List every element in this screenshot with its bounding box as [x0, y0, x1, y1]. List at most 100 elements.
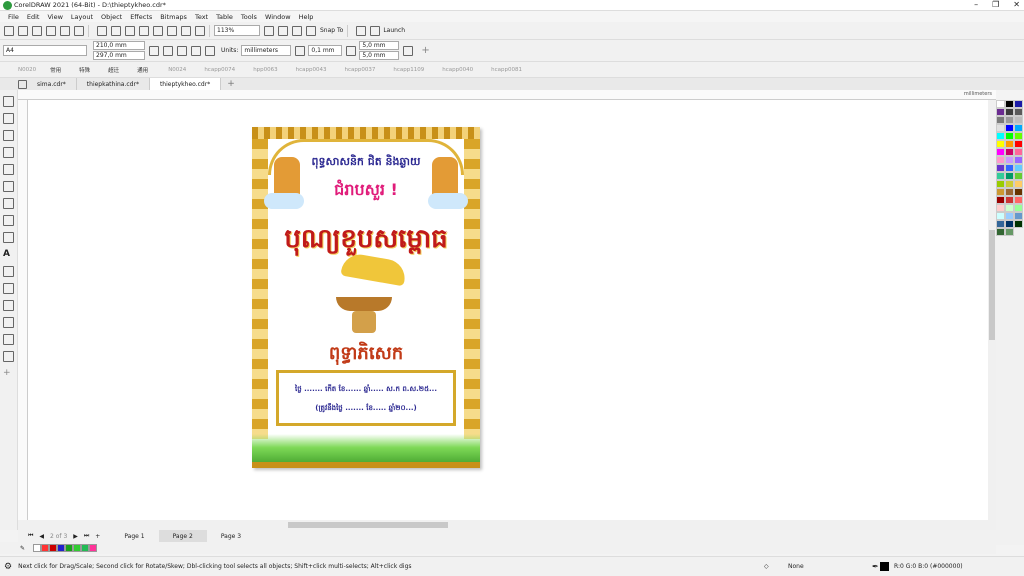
- palette-swatch[interactable]: [996, 180, 1005, 188]
- shape-tool-icon[interactable]: [3, 113, 14, 124]
- menu-text[interactable]: Text: [195, 13, 208, 21]
- current-page-icon[interactable]: [205, 45, 215, 56]
- palette-swatch[interactable]: [1005, 100, 1014, 108]
- ellipse-tool-icon[interactable]: [3, 215, 14, 226]
- scroll-thumb[interactable]: [288, 522, 448, 528]
- full-screen-icon[interactable]: [264, 25, 274, 36]
- tab-sima[interactable]: sima.cdr*: [27, 78, 77, 90]
- upload-icon[interactable]: [60, 25, 70, 36]
- palette-swatch[interactable]: [996, 204, 1005, 212]
- horizontal-scrollbar[interactable]: [18, 520, 996, 530]
- page-border-icon[interactable]: [403, 45, 414, 56]
- menu-file[interactable]: File: [8, 13, 19, 21]
- launch-icon[interactable]: [370, 25, 381, 36]
- tab-thieptykheo[interactable]: thieptykheo.cdr*: [149, 78, 222, 90]
- palette-swatch[interactable]: [1005, 132, 1014, 140]
- eyedropper-icon[interactable]: ✎: [20, 545, 25, 552]
- show-grid-icon[interactable]: [278, 25, 288, 36]
- palette-swatch[interactable]: [1005, 196, 1014, 204]
- palette-swatch[interactable]: [1014, 164, 1023, 172]
- fav-item[interactable]: hpp0063: [253, 67, 277, 73]
- menu-bitmaps[interactable]: Bitmaps: [160, 13, 187, 21]
- options-gear-icon[interactable]: [356, 25, 367, 36]
- landscape-icon[interactable]: [177, 45, 187, 56]
- fav-item[interactable]: 常用: [50, 66, 61, 74]
- crop-tool-icon[interactable]: [3, 130, 14, 141]
- palette-swatch[interactable]: [1005, 164, 1014, 172]
- document-palette-swatch[interactable]: [41, 544, 50, 552]
- palette-swatch[interactable]: [1014, 196, 1023, 204]
- fav-item[interactable]: hcapp1109: [393, 67, 424, 73]
- drop-shadow-tool-icon[interactable]: [3, 300, 14, 311]
- transparency-tool-icon[interactable]: [3, 317, 14, 328]
- drawing-canvas[interactable]: [28, 100, 988, 520]
- freehand-tool-icon[interactable]: [3, 164, 14, 175]
- connector-tool-icon[interactable]: [3, 283, 14, 294]
- menu-object[interactable]: Object: [101, 13, 122, 21]
- palette-swatch[interactable]: [1014, 180, 1023, 188]
- palette-swatch[interactable]: [996, 164, 1005, 172]
- palette-swatch[interactable]: [1005, 148, 1014, 156]
- palette-swatch[interactable]: [1005, 212, 1014, 220]
- paste-icon[interactable]: [125, 25, 135, 36]
- palette-swatch[interactable]: [996, 196, 1005, 204]
- add-page-icon[interactable]: +: [95, 533, 100, 540]
- document-palette-swatch[interactable]: [33, 544, 42, 552]
- palette-swatch[interactable]: [1014, 140, 1023, 148]
- palette-swatch[interactable]: [1005, 108, 1014, 116]
- close-icon[interactable]: ✕: [1013, 0, 1020, 9]
- palette-swatch[interactable]: [1005, 228, 1014, 236]
- page-size-select[interactable]: A4: [3, 45, 87, 56]
- palette-swatch[interactable]: [996, 188, 1005, 196]
- units-select[interactable]: millimeters: [241, 45, 292, 56]
- palette-swatch[interactable]: [996, 116, 1005, 124]
- menu-edit[interactable]: Edit: [27, 13, 40, 21]
- duplicate-y-field[interactable]: 5,0 mm: [359, 51, 400, 60]
- interactive-fill-tool-icon[interactable]: [3, 351, 14, 362]
- fav-item[interactable]: hcapp0040: [442, 67, 473, 73]
- fav-item[interactable]: hcapp0037: [345, 67, 376, 73]
- fav-item[interactable]: N0024: [168, 67, 186, 73]
- parallel-dimension-tool-icon[interactable]: [3, 266, 14, 277]
- polygon-tool-icon[interactable]: [3, 232, 14, 243]
- palette-swatch[interactable]: [1014, 220, 1023, 228]
- snap-to-dropdown[interactable]: Snap To: [320, 27, 343, 34]
- copy-icon[interactable]: [111, 25, 121, 36]
- menu-view[interactable]: View: [47, 13, 62, 21]
- palette-swatch[interactable]: [996, 140, 1005, 148]
- show-rulers-icon[interactable]: [292, 25, 302, 36]
- palette-swatch[interactable]: [1014, 212, 1023, 220]
- document-palette-swatch[interactable]: [49, 544, 58, 552]
- palette-swatch[interactable]: [1005, 172, 1014, 180]
- menu-effects[interactable]: Effects: [130, 13, 152, 21]
- palette-swatch[interactable]: [1014, 148, 1023, 156]
- open-icon[interactable]: [18, 25, 28, 36]
- settings-gear-icon[interactable]: ⚙: [4, 562, 12, 572]
- page-tab-3[interactable]: Page 3: [207, 530, 255, 542]
- nudge-distance-field[interactable]: 0,1 mm: [308, 45, 343, 56]
- undo-icon[interactable]: [139, 25, 149, 36]
- palette-swatch[interactable]: [1014, 172, 1023, 180]
- palette-swatch[interactable]: [1005, 204, 1014, 212]
- palette-swatch[interactable]: [1014, 116, 1023, 124]
- lock-ratio-icon[interactable]: [149, 45, 159, 56]
- palette-swatch[interactable]: [1014, 204, 1023, 212]
- palette-swatch[interactable]: [1005, 188, 1014, 196]
- export-icon[interactable]: [181, 25, 191, 36]
- menu-window[interactable]: Window: [265, 13, 291, 21]
- document-palette-swatch[interactable]: [73, 544, 82, 552]
- vertical-ruler[interactable]: [18, 100, 28, 520]
- palette-swatch[interactable]: [1014, 188, 1023, 196]
- first-page-icon[interactable]: ⏮: [28, 532, 33, 540]
- fav-item[interactable]: 特殊: [79, 66, 90, 74]
- palette-swatch[interactable]: [996, 156, 1005, 164]
- minimize-icon[interactable]: –: [974, 0, 978, 9]
- palette-swatch[interactable]: [1014, 100, 1023, 108]
- palette-swatch[interactable]: [996, 228, 1005, 236]
- save-icon[interactable]: [32, 25, 42, 36]
- cloud-icon[interactable]: [46, 25, 56, 36]
- invitation-artwork[interactable]: ពុទ្ធសាសនិក ជិត និងឆ្ងាយ ជំរាបសួរ ! បុណ្…: [252, 127, 480, 468]
- menu-table[interactable]: Table: [216, 13, 233, 21]
- palette-swatch[interactable]: [1005, 220, 1014, 228]
- document-palette-swatch[interactable]: [89, 544, 98, 552]
